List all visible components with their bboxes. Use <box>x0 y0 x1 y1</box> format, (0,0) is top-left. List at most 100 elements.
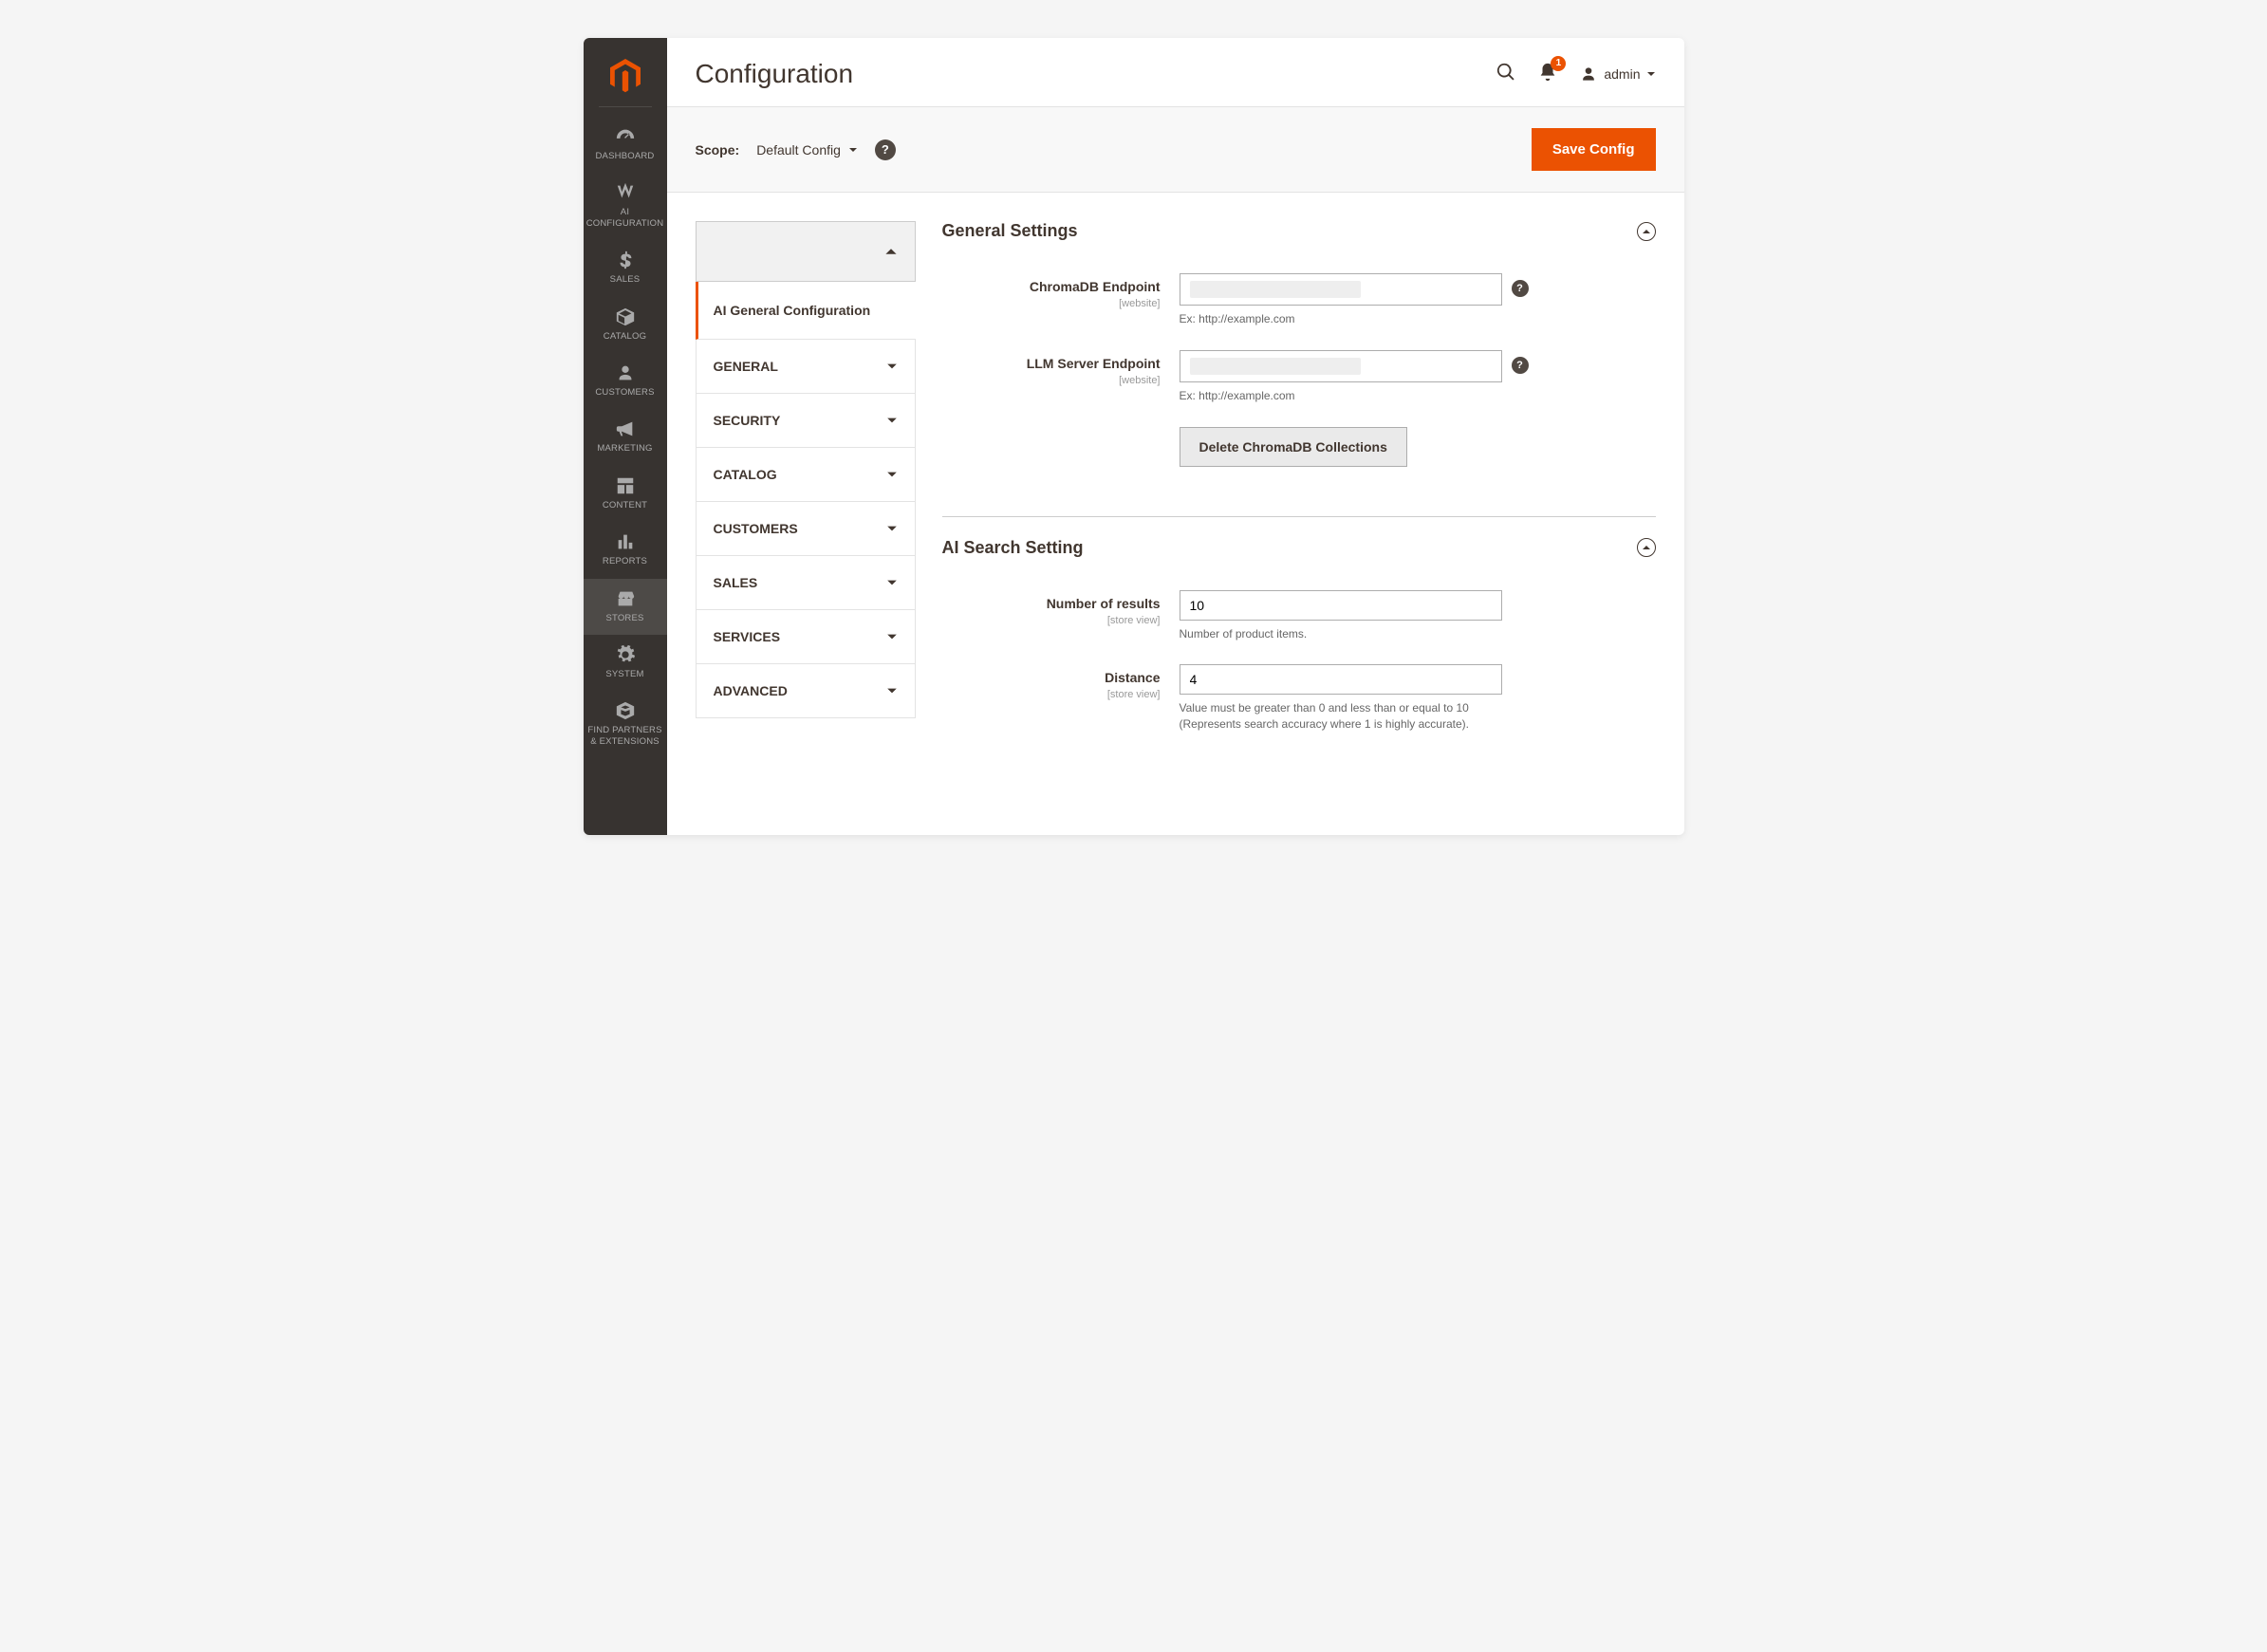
field-label-text: Distance <box>942 670 1161 685</box>
config-nav-label: GENERAL <box>714 359 778 374</box>
page-header: Configuration 1 admin <box>667 38 1684 106</box>
scope-label: Scope: <box>696 142 740 158</box>
puzzle-icon <box>614 700 637 721</box>
config-nav-label: ADVANCED <box>714 683 788 698</box>
help-icon[interactable]: ? <box>1512 357 1529 374</box>
field-llm-endpoint: LLM Server Endpoint [website] Ex: http:/… <box>942 350 1656 404</box>
config-nav: AI General Configuration GENERAL SECURIT… <box>696 221 916 718</box>
sidebar-item-label: MARKETING <box>597 443 652 454</box>
chevron-up-icon <box>884 245 898 258</box>
field-note: Value must be greater than 0 and less th… <box>1180 700 1502 733</box>
sidebar-item-label: SYSTEM <box>605 669 643 679</box>
help-icon[interactable]: ? <box>875 139 896 160</box>
chevron-down-icon <box>886 469 898 480</box>
chevron-down-icon <box>1646 69 1656 79</box>
save-config-button[interactable]: Save Config <box>1532 128 1656 171</box>
config-nav-item-security[interactable]: SECURITY <box>696 394 916 448</box>
config-nav-item-sales[interactable]: SALES <box>696 556 916 610</box>
config-nav-item-general[interactable]: GENERAL <box>696 340 916 394</box>
delete-chromadb-button[interactable]: Delete ChromaDB Collections <box>1180 427 1407 467</box>
sidebar-item-stores[interactable]: STORES <box>584 579 667 635</box>
section-ai-search: AI Search Setting Number of results [sto… <box>942 538 1656 782</box>
sidebar-item-partners[interactable]: FIND PARTNERS & EXTENSIONS <box>584 691 667 758</box>
user-label: admin <box>1604 66 1640 82</box>
sidebar-item-label: REPORTS <box>603 556 647 566</box>
sidebar-item-label: AI CONFIGURATION <box>586 207 664 228</box>
box-icon <box>614 306 637 327</box>
field-number-of-results: Number of results [store view] Number of… <box>942 590 1656 642</box>
user-menu[interactable]: admin <box>1579 65 1655 84</box>
config-nav-label: SALES <box>714 575 758 590</box>
sidebar-item-marketing[interactable]: MARKETING <box>584 409 667 465</box>
config-nav-item-services[interactable]: SERVICES <box>696 610 916 664</box>
config-body: AI General Configuration GENERAL SECURIT… <box>667 193 1684 831</box>
chevron-down-icon <box>848 145 858 155</box>
chevron-down-icon <box>886 361 898 372</box>
config-nav-label: SERVICES <box>714 629 781 644</box>
search-icon[interactable] <box>1496 62 1516 87</box>
sidebar-item-content[interactable]: CONTENT <box>584 466 667 522</box>
main-content: Configuration 1 admin Scope: <box>667 38 1684 835</box>
field-scope: [website] <box>1119 375 1160 386</box>
sidebar-item-label: STORES <box>605 613 643 623</box>
magento-logo <box>606 57 644 95</box>
field-scope: [store view] <box>1107 689 1161 700</box>
sidebar-item-label: CATALOG <box>604 331 646 342</box>
section-header-search[interactable]: AI Search Setting <box>942 538 1656 558</box>
sidebar-item-label: FIND PARTNERS & EXTENSIONS <box>587 725 661 746</box>
sidebar-item-catalog[interactable]: CATALOG <box>584 297 667 353</box>
store-icon <box>614 588 637 609</box>
field-control: Ex: http://example.com <box>1180 273 1502 327</box>
section-title: General Settings <box>942 221 1078 241</box>
chevron-down-icon <box>886 523 898 534</box>
scope-bar: Scope: Default Config ? Save Config <box>667 106 1684 193</box>
field-note: Ex: http://example.com <box>1180 311 1502 327</box>
field-control: Value must be greater than 0 and less th… <box>1180 664 1502 733</box>
config-nav-item-advanced[interactable]: ADVANCED <box>696 664 916 718</box>
field-delete-collections: Delete ChromaDB Collections <box>942 427 1656 467</box>
llm-endpoint-input[interactable] <box>1180 350 1502 382</box>
collapse-icon <box>1637 222 1656 241</box>
field-chromadb-endpoint: ChromaDB Endpoint [website] Ex: http://e… <box>942 273 1656 327</box>
config-nav-item-customers[interactable]: CUSTOMERS <box>696 502 916 556</box>
sidebar-item-ai-configuration[interactable]: AI CONFIGURATION <box>584 173 667 240</box>
scope-controls: Scope: Default Config ? <box>696 139 896 160</box>
sidebar-item-customers[interactable]: CUSTOMERS <box>584 353 667 409</box>
config-content: General Settings ChromaDB Endpoint [webs… <box>942 221 1656 803</box>
scope-value: Default Config <box>756 142 841 158</box>
config-nav-item-catalog[interactable]: CATALOG <box>696 448 916 502</box>
sidebar-item-reports[interactable]: REPORTS <box>584 522 667 578</box>
sidebar-item-sales[interactable]: SALES <box>584 240 667 296</box>
field-scope: [website] <box>1119 298 1160 309</box>
help-icon[interactable]: ? <box>1512 280 1529 297</box>
config-nav-active-item[interactable]: AI General Configuration <box>696 282 916 340</box>
field-control: Number of product items. <box>1180 590 1502 642</box>
config-nav-label: SECURITY <box>714 413 781 428</box>
config-nav-collapse[interactable] <box>696 221 916 282</box>
config-nav-label: CATALOG <box>714 467 777 482</box>
sidebar-item-system[interactable]: SYSTEM <box>584 635 667 691</box>
section-header-general[interactable]: General Settings <box>942 221 1656 241</box>
sidebar-item-label: DASHBOARD <box>596 151 655 161</box>
divider <box>599 106 652 107</box>
collapse-icon <box>1637 538 1656 557</box>
sidebar-item-label: CONTENT <box>603 500 647 510</box>
chevron-down-icon <box>886 685 898 696</box>
gear-icon <box>614 644 637 665</box>
distance-input[interactable] <box>1180 664 1502 695</box>
sidebar-item-dashboard[interactable]: DASHBOARD <box>584 117 667 173</box>
field-distance: Distance [store view] Value must be grea… <box>942 664 1656 733</box>
sidebar-item-label: SALES <box>610 274 641 285</box>
header-actions: 1 admin <box>1496 62 1655 87</box>
chevron-down-icon <box>886 577 898 588</box>
notifications-badge: 1 <box>1551 56 1566 71</box>
notifications-icon[interactable]: 1 <box>1537 62 1558 87</box>
section-general-settings: General Settings ChromaDB Endpoint [webs… <box>942 221 1656 517</box>
number-of-results-input[interactable] <box>1180 590 1502 621</box>
chevron-down-icon <box>886 415 898 426</box>
dollar-icon <box>614 250 637 270</box>
gauge-icon <box>614 126 637 147</box>
chromadb-endpoint-input[interactable] <box>1180 273 1502 306</box>
scope-select[interactable]: Default Config <box>756 142 858 158</box>
megaphone-icon <box>614 418 637 439</box>
